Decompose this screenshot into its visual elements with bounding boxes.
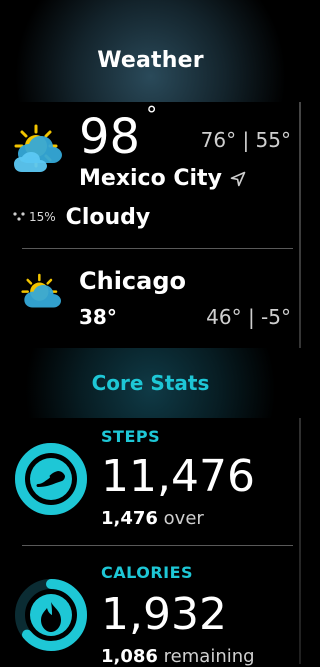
secondary-hi-lo: 46° | -5° (206, 305, 291, 329)
app-frame: Weather 98 ° 76° | 55° Mexico City 15% C… (0, 0, 301, 667)
steps-label: STEPS (101, 427, 161, 446)
secondary-temperature: 38° (79, 305, 117, 329)
steps-sub: 1,476 over (101, 508, 204, 529)
primary-temperature: 98 ° (79, 103, 158, 161)
steps-progress-ring (15, 443, 87, 515)
humidity-value: 15% (29, 210, 56, 224)
primary-city[interactable]: Mexico City (79, 166, 246, 191)
core-stats-title: Core Stats (91, 371, 210, 395)
partly-cloudy-sun-icon (14, 124, 62, 172)
calories-label: CALORIES (101, 563, 194, 582)
stats-divider (22, 545, 293, 546)
primary-temperature-value: 98 (79, 109, 141, 165)
calories-progress-ring (15, 579, 87, 651)
weather-divider (22, 248, 293, 249)
steps-value: 11,476 (101, 451, 255, 502)
secondary-city[interactable]: Chicago (79, 267, 186, 295)
steps-sub-text: over (163, 508, 204, 529)
partly-cloudy-sun-icon (21, 273, 61, 308)
weather-title: Weather (97, 48, 204, 73)
primary-city-name: Mexico City (79, 166, 222, 191)
primary-humidity-and-condition: 15% Cloudy (12, 205, 150, 230)
navigation-arrow-icon (230, 171, 246, 186)
primary-temperature-degree: ° (146, 103, 158, 128)
calories-value: 1,932 (101, 589, 227, 640)
condition: Cloudy (65, 205, 151, 230)
humidity: 15% (12, 210, 56, 224)
steps-sub-number: 1,476 (101, 508, 158, 529)
raindrops-icon (13, 212, 25, 221)
primary-hi-lo: 76° | 55° (200, 128, 291, 152)
